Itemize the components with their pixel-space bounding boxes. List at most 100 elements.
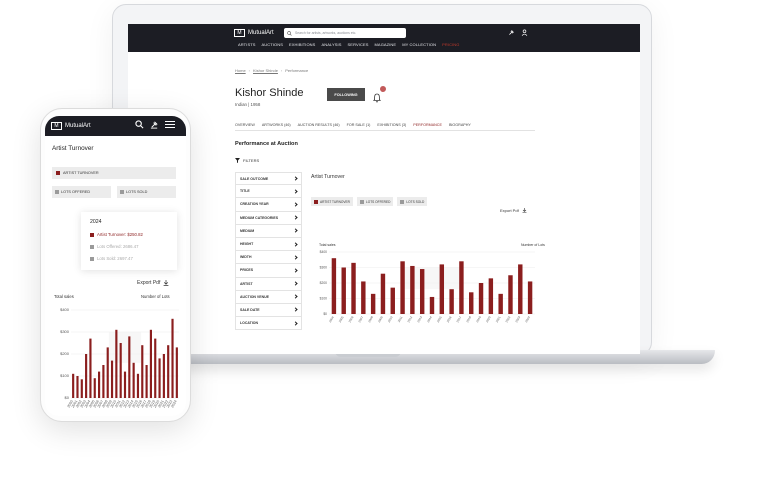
filter-sale-date[interactable]: SALE DATE (235, 303, 302, 318)
filter-prices[interactable]: PRICES (235, 264, 302, 278)
filter-medium-categories[interactable]: MEDIUM CATEGORIES (235, 211, 302, 225)
nav-auctions[interactable]: AUCTIONS (262, 42, 283, 47)
legend-label: LOTS SOLD (406, 199, 425, 204)
download-icon (163, 280, 169, 286)
breadcrumb-artist[interactable]: Kishor Shinde (253, 68, 278, 73)
x-tick-label: 2017 (456, 315, 463, 323)
legend-artist-turnover[interactable]: ARTIST TURNOVER (311, 197, 353, 206)
y-tick-label: $400 (60, 307, 70, 312)
chart-bar (89, 338, 92, 398)
nav-magazine[interactable]: MAGAZINE (375, 42, 397, 47)
hamburger-menu-icon[interactable] (165, 120, 175, 129)
chart-bar (98, 371, 101, 398)
chevron-right-icon (293, 255, 298, 260)
chevron-right-icon (293, 281, 298, 286)
filter-medium[interactable]: MEDIUM (235, 224, 302, 238)
x-tick-label: 2016 (446, 315, 453, 323)
legend-lots-offered[interactable]: LOTS OFFERED (356, 197, 394, 206)
gavel-icon[interactable] (508, 29, 515, 36)
filter-label: PRICES (240, 268, 254, 273)
chart-bar (400, 261, 405, 314)
site-logo[interactable]: M MutualArt (234, 29, 274, 37)
mobile-header-icons (135, 120, 175, 129)
export-pdf-button[interactable]: Export Pdf (500, 208, 527, 213)
y-tick-label: $400 (320, 250, 328, 254)
filter-label: AUCTION VENUE (240, 294, 269, 299)
chart-bar (449, 289, 454, 314)
nav-pricing[interactable]: PRICING (442, 42, 459, 47)
chart-bar (351, 262, 356, 314)
filter-list: SALE OUTCOME TITLE CREATION YEAR MEDIUM … (235, 172, 302, 331)
chart-bar (390, 287, 395, 314)
checkbox-icon (55, 190, 59, 194)
filter-width[interactable]: WIDTH (235, 251, 302, 265)
nav-my-collection[interactable]: MY COLLECTION (402, 42, 436, 47)
chart-bar (154, 338, 157, 398)
filter-sale-outcome[interactable]: SALE OUTCOME (235, 172, 302, 186)
mobile-export-pdf-button[interactable]: Export Pdf (137, 280, 169, 286)
filter-creation-year[interactable]: CREATION YEAR (235, 198, 302, 212)
legend-lots-sold[interactable]: LOTS SOLD (117, 186, 176, 198)
filter-label: LOCATION (240, 321, 259, 326)
legend-artist-turnover[interactable]: ARTIST TURNOVER (52, 167, 176, 179)
breadcrumb-separator: › (280, 68, 283, 73)
chart-bar (478, 283, 484, 314)
filter-title[interactable]: TITLE (235, 185, 302, 199)
chart-bar (93, 378, 96, 398)
logo-text: MutualArt (65, 123, 91, 129)
y-tick-label: $100 (320, 297, 328, 301)
desktop-turnover-chart: Total sales Number of Lots $0 $100 $200 $300 $… (319, 243, 545, 323)
filters-button[interactable]: FILTERS (235, 158, 259, 163)
checkbox-icon (400, 199, 405, 204)
search-icon[interactable] (135, 120, 144, 129)
filter-location[interactable]: LOCATION (235, 317, 302, 331)
chart-bar (361, 281, 366, 314)
nav-analysis[interactable]: ANALYSIS (321, 42, 341, 47)
axis-label-total-sales: Total sales (319, 243, 336, 247)
legend-lots-offered[interactable]: LOTS OFFERED (52, 186, 111, 198)
chart-bar (162, 354, 165, 398)
nav-artists[interactable]: ARTISTS (238, 42, 256, 47)
user-icon[interactable] (521, 29, 528, 36)
following-button[interactable]: FOLLOWING (327, 88, 365, 101)
chart-bar (80, 379, 83, 398)
filter-label: WIDTH (240, 255, 252, 260)
mobile-site-logo[interactable]: M MutualArt (51, 122, 91, 130)
y-tick-label: $100 (60, 373, 70, 378)
chart-bar (508, 275, 513, 314)
chart-bar (469, 292, 474, 314)
legend-lots-sold[interactable]: LOTS SOLD (397, 197, 428, 206)
search-input[interactable]: Search for artists, artworks, auctions e… (284, 28, 406, 38)
chart-bar (123, 371, 127, 398)
nav-services[interactable]: SERVICES (348, 42, 369, 47)
x-tick-label: 2011 (397, 315, 404, 323)
logo-mark-icon: M (234, 29, 245, 37)
chart-bar (331, 258, 337, 314)
x-tick-label: 2008 (367, 315, 374, 323)
nav-exhibitions[interactable]: EXHIBITIONS (289, 42, 315, 47)
filter-label: SALE DATE (240, 307, 260, 312)
laptop-screen: M MutualArt Search for artists, artworks… (128, 24, 640, 354)
chart-bar (102, 365, 105, 398)
tooltip-lots-sold: Lots Sold: 2697.47 (90, 256, 133, 261)
breadcrumb-home[interactable]: Home (235, 68, 246, 73)
filter-height[interactable]: HEIGHT (235, 237, 302, 252)
x-tick-label: 2020 (485, 315, 492, 323)
chart-bar (488, 278, 494, 314)
gavel-icon[interactable] (150, 120, 159, 129)
export-label: Export Pdf (137, 280, 161, 286)
x-tick-label: 2010 (387, 315, 394, 323)
chart-bar (72, 373, 75, 398)
tooltip-year: 2024 (90, 219, 102, 225)
logo-mark-icon: M (51, 122, 62, 130)
filter-artist[interactable]: ARTIST (235, 277, 302, 291)
bell-icon[interactable] (372, 90, 382, 103)
chevron-right-icon (293, 294, 298, 299)
y-tick-label: $0 (323, 312, 327, 316)
chart-bar (370, 293, 376, 314)
filter-auction-venue[interactable]: AUCTION VENUE (235, 290, 302, 304)
x-tick-label: 2018 (465, 315, 472, 323)
x-tick-label: 2015 (436, 315, 443, 323)
chart-bar (380, 273, 386, 314)
chart-bar (429, 296, 435, 314)
